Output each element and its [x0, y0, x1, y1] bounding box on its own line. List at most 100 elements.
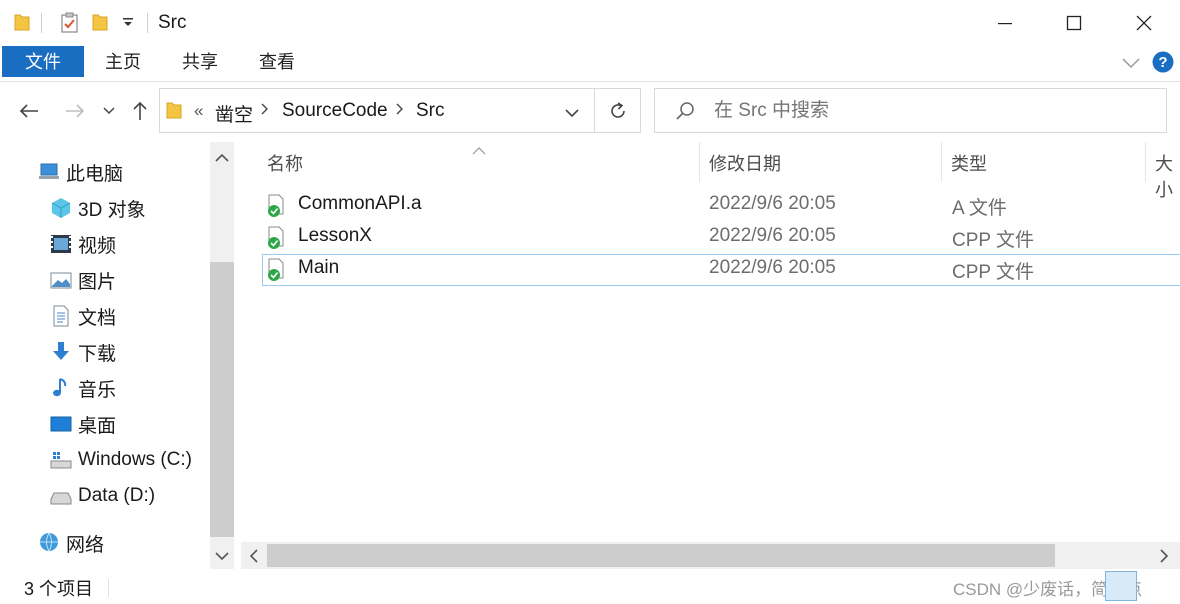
chevron-down-icon[interactable] [215, 548, 229, 566]
navigation-pane: 此电脑 3D 对象 视频 图片 文档 下载 音乐 桌面 Windows (C:)… [0, 142, 235, 569]
documents-icon [50, 305, 72, 327]
sort-ascending-icon [472, 142, 486, 160]
sidebar-item-drive-c[interactable]: Windows (C:) [50, 445, 192, 475]
computer-icon [38, 161, 60, 183]
chevron-right-icon[interactable] [396, 102, 404, 119]
help-icon[interactable]: ? [1152, 51, 1174, 78]
tab-view[interactable]: 查看 [249, 46, 305, 78]
breadcrumb-overflow[interactable]: « [194, 101, 203, 121]
sidebar-item-documents[interactable]: 文档 [50, 301, 116, 331]
status-bar: 3 个项目 CSDN @少废话，简明点 [0, 569, 1180, 604]
search-input[interactable] [714, 100, 1134, 122]
address-history-dropdown-icon[interactable] [565, 105, 579, 123]
horizontal-scroll-thumb[interactable] [267, 544, 1055, 567]
window-title: Src [158, 12, 187, 33]
details-view-button[interactable] [1105, 571, 1137, 601]
sidebar-item-network[interactable]: 网络 [38, 528, 104, 558]
minimize-button[interactable] [970, 0, 1040, 46]
tab-home[interactable]: 主页 [95, 46, 151, 78]
column-divider[interactable] [699, 142, 700, 182]
tab-share[interactable]: 共享 [172, 46, 228, 78]
sidebar-item-music[interactable]: 音乐 [50, 373, 116, 403]
column-divider[interactable] [941, 142, 942, 182]
sidebar-item-videos[interactable]: 视频 [50, 229, 116, 259]
tab-file[interactable]: 文件 [2, 46, 84, 77]
music-icon [50, 377, 72, 399]
recent-locations-button[interactable] [95, 96, 123, 126]
new-folder-icon[interactable] [92, 12, 108, 37]
chevron-up-icon[interactable] [215, 150, 229, 168]
maximize-button[interactable] [1039, 0, 1109, 46]
forward-button[interactable] [60, 96, 90, 126]
sidebar-scrollbar[interactable] [210, 142, 234, 569]
breadcrumb-item[interactable]: SourceCode [282, 100, 388, 122]
file-row[interactable]: CommonAPI.a 2022/9/6 20:05 A 文件 [262, 190, 1180, 222]
svg-text:?: ? [1158, 54, 1167, 71]
quick-access-dropdown-icon[interactable] [121, 16, 135, 35]
sidebar-scroll-thumb[interactable] [210, 262, 234, 537]
sidebar-item-this-pc[interactable]: 此电脑 [38, 157, 123, 187]
file-modified: 2022/9/6 20:05 [709, 193, 836, 214]
back-button[interactable] [14, 96, 44, 126]
file-synced-icon [266, 226, 288, 255]
file-type: A 文件 [952, 198, 1007, 219]
file-modified: 2022/9/6 20:05 [709, 257, 836, 278]
search-box[interactable] [654, 88, 1167, 133]
sidebar-item-3d-objects[interactable]: 3D 对象 [50, 193, 146, 223]
sidebar-item-desktop[interactable]: 桌面 [50, 409, 116, 439]
ribbon-expand-icon[interactable] [1122, 56, 1140, 74]
network-icon [38, 532, 60, 554]
breadcrumb-item[interactable]: 凿空 [215, 100, 253, 127]
up-button[interactable] [125, 96, 155, 126]
search-icon [675, 101, 695, 126]
column-header-modified[interactable]: 修改日期 [709, 150, 781, 176]
status-divider [108, 579, 109, 597]
download-icon [50, 341, 72, 363]
file-list: 名称 修改日期 类型 大小 CommonAPI.a 2022/9/6 20:05… [241, 142, 1180, 569]
title-divider [147, 13, 148, 33]
ribbon-tabs: 文件 主页 共享 查看 ? [0, 46, 1180, 82]
refresh-button[interactable] [595, 88, 641, 133]
sidebar-item-pictures[interactable]: 图片 [50, 265, 116, 295]
pictures-icon [50, 269, 72, 291]
close-button[interactable] [1109, 0, 1179, 46]
3d-objects-icon [50, 197, 72, 219]
breadcrumb-item[interactable]: Src [416, 100, 445, 122]
sidebar-item-label: 下载 [78, 343, 117, 365]
sidebar-item-label: 网络 [66, 534, 105, 556]
chevron-right-icon[interactable] [261, 102, 269, 119]
file-explorer-window: Src 文件 主页 共享 查看 ? « 凿空 SourceCode Src 在 … [0, 0, 1180, 604]
horizontal-scrollbar[interactable] [241, 542, 1180, 569]
file-row-selected[interactable]: Main 2022/9/6 20:05 CPP 文件 [262, 254, 1180, 286]
column-header-name[interactable]: 名称 [267, 150, 303, 176]
column-header-type[interactable]: 类型 [951, 150, 987, 176]
properties-icon[interactable] [60, 12, 80, 39]
sidebar-item-label: 文档 [78, 307, 117, 329]
address-bar[interactable]: « 凿空 SourceCode Src [159, 88, 595, 133]
file-name: CommonAPI.a [298, 193, 422, 214]
sidebar-item-label: 图片 [78, 271, 117, 293]
sidebar-item-drive-d[interactable]: Data (D:) [50, 481, 155, 511]
folder-icon [166, 100, 182, 125]
file-name: LessonX [298, 225, 372, 246]
file-name: Main [298, 257, 340, 278]
video-icon [50, 233, 72, 255]
file-type: CPP 文件 [952, 230, 1035, 251]
column-divider[interactable] [1145, 142, 1146, 182]
sidebar-item-downloads[interactable]: 下载 [50, 337, 116, 367]
chevron-left-icon[interactable] [249, 549, 259, 568]
sidebar-item-label: 桌面 [78, 415, 117, 437]
file-modified: 2022/9/6 20:05 [709, 225, 836, 246]
sidebar-item-label: 3D 对象 [78, 199, 146, 221]
file-synced-icon [266, 194, 288, 223]
file-row[interactable]: LessonX 2022/9/6 20:05 CPP 文件 [262, 222, 1180, 254]
sidebar-item-label: 此电脑 [66, 163, 124, 185]
folder-icon [14, 12, 30, 37]
drive-c-icon [50, 449, 72, 471]
sidebar-item-label: 音乐 [78, 379, 117, 401]
item-count: 3 个项目 [24, 579, 94, 599]
refresh-icon [610, 101, 625, 118]
chevron-right-icon[interactable] [1159, 549, 1169, 568]
desktop-icon [50, 413, 72, 435]
file-type: CPP 文件 [952, 262, 1035, 283]
